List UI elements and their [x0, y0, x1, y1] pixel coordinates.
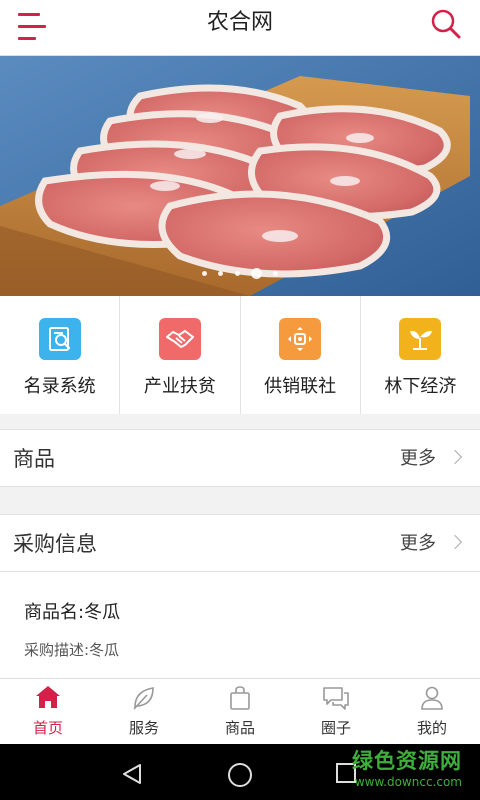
- products-more-link[interactable]: 更多: [400, 445, 463, 473]
- home-circle-icon[interactable]: [227, 762, 253, 792]
- section-title: 采购信息: [13, 532, 97, 556]
- purchase-list-item[interactable]: 商品名:冬瓜 采购描述:冬瓜: [0, 572, 480, 678]
- shopping-bag-icon: [192, 679, 288, 713]
- supply-marketing-icon: [279, 318, 322, 360]
- sprout-icon: [399, 318, 442, 360]
- carousel-dot[interactable]: [234, 271, 240, 276]
- tab-circle[interactable]: 圈子: [288, 679, 384, 744]
- pork-chops-image: [0, 56, 480, 296]
- tab-me[interactable]: 我的: [384, 679, 480, 744]
- purchase-section-header: 采购信息 更多: [0, 514, 480, 572]
- quick-link-supply-marketing[interactable]: 供销联社: [241, 296, 361, 414]
- purchase-more-link[interactable]: 更多: [400, 530, 463, 558]
- watermark-url: www.downcc.com: [354, 775, 462, 789]
- user-icon: [384, 679, 480, 713]
- quick-link-directory[interactable]: 名录系统: [0, 296, 121, 414]
- carousel-dot-active[interactable]: [250, 268, 262, 279]
- products-section-header: 商品 更多: [0, 429, 480, 487]
- watermark: 绿色资源网 www.downcc.com: [352, 748, 462, 790]
- watermark-name: 绿色资源网: [352, 749, 462, 773]
- tab-services[interactable]: 服务: [96, 679, 192, 744]
- chevron-right-icon: [447, 449, 463, 465]
- tab-label: 我的: [416, 719, 447, 737]
- banner-carousel[interactable]: [0, 56, 480, 296]
- purchase-item-description: 采购描述:冬瓜: [24, 641, 120, 659]
- quick-link-label: 林下经济: [384, 376, 457, 397]
- bottom-tab-bar: 首页 服务 商品 圈子 我的: [0, 678, 480, 744]
- quick-links-grid: 名录系统 产业扶贫 供销联社 林下经济: [0, 296, 480, 414]
- tab-label: 服务: [128, 719, 159, 737]
- tab-label: 首页: [32, 719, 63, 737]
- quick-link-label: 名录系统: [23, 376, 96, 397]
- tab-label: 圈子: [320, 719, 351, 737]
- quick-link-label: 供销联社: [264, 376, 337, 397]
- section-title: 商品: [13, 447, 55, 471]
- chat-bubbles-icon: [288, 679, 384, 713]
- quick-link-label: 产业扶贫: [143, 376, 216, 397]
- tab-home[interactable]: 首页: [0, 679, 96, 744]
- more-label: 更多: [400, 533, 436, 554]
- handshake-icon: [158, 318, 201, 360]
- directory-search-icon: [38, 318, 81, 360]
- carousel-dot[interactable]: [272, 271, 278, 276]
- back-icon[interactable]: [120, 762, 144, 790]
- carousel-dot[interactable]: [202, 271, 208, 276]
- carousel-indicator[interactable]: [0, 263, 480, 282]
- quick-link-poverty-relief[interactable]: 产业扶贫: [120, 296, 241, 414]
- tab-label: 商品: [224, 719, 255, 737]
- leaf-icon: [96, 679, 192, 713]
- quick-link-forest-economy[interactable]: 林下经济: [361, 296, 480, 414]
- home-icon: [0, 679, 96, 713]
- carousel-dot[interactable]: [218, 271, 224, 276]
- chevron-right-icon: [447, 534, 463, 550]
- search-icon[interactable]: [430, 8, 462, 40]
- more-label: 更多: [400, 448, 436, 469]
- top-bar: 农合网: [0, 0, 480, 56]
- purchase-item-name: 商品名:冬瓜: [24, 602, 121, 623]
- tab-products[interactable]: 商品: [192, 679, 288, 744]
- app-title: 农合网: [206, 10, 273, 35]
- system-navigation-bar: 绿色资源网 www.downcc.com: [0, 744, 480, 800]
- app-screen: 农合网 名录系统 产业扶贫 供销联社 林下经济 商品 更多 采购信息 更多 商品…: [0, 0, 480, 800]
